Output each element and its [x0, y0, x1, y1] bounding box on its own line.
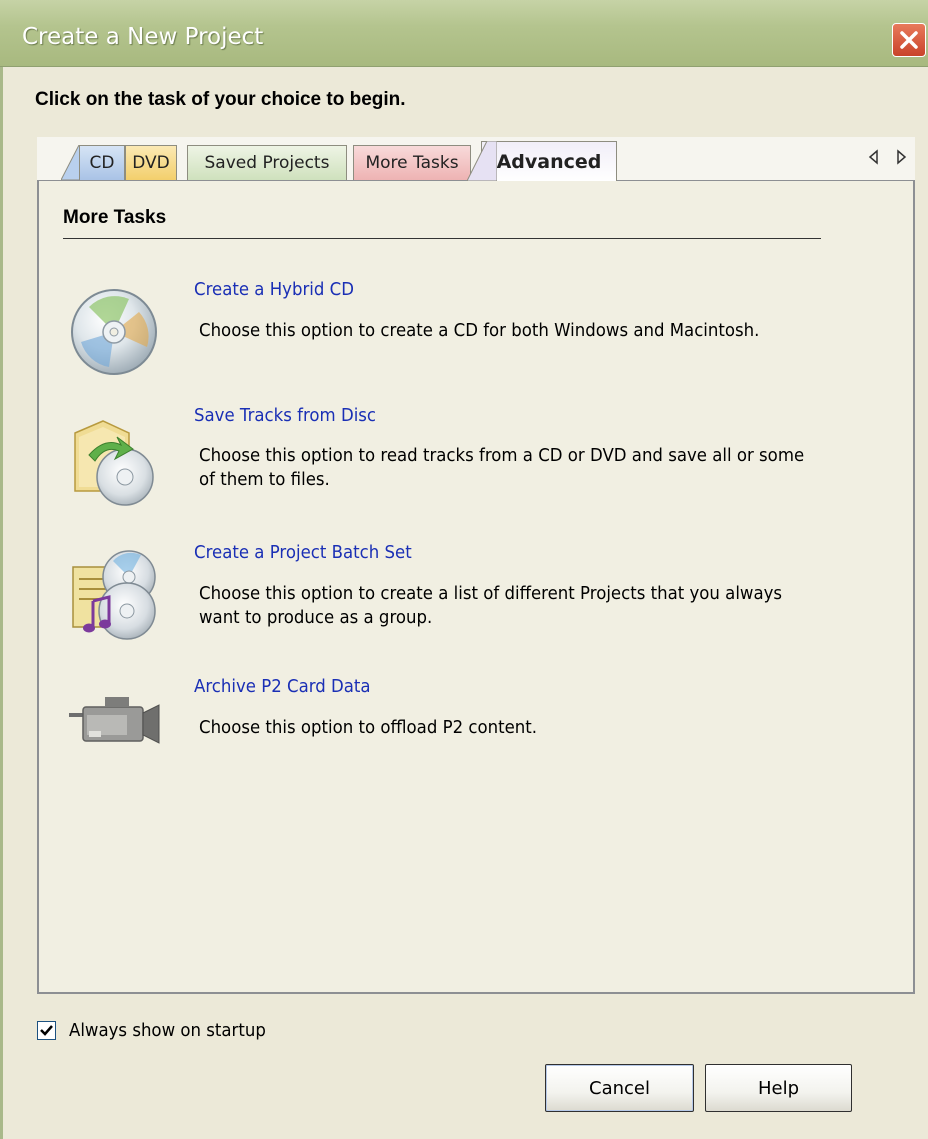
- cancel-button[interactable]: Cancel: [545, 1064, 694, 1112]
- task-archive-p2-link[interactable]: Archive P2 Card Data: [194, 676, 371, 697]
- close-icon: [900, 31, 918, 49]
- tab-strip: CD DVD Saved Projects More Tasks Advance…: [37, 137, 915, 181]
- help-button[interactable]: Help: [705, 1064, 852, 1112]
- tab-dvd-label: DVD: [132, 153, 170, 173]
- tab-dvd[interactable]: DVD: [125, 145, 177, 180]
- tab-advanced-edge: [467, 141, 497, 181]
- always-show-checkbox[interactable]: [37, 1021, 56, 1040]
- tab-advanced[interactable]: Advanced: [481, 141, 617, 181]
- title-bar[interactable]: Create a New Project: [0, 0, 928, 67]
- cancel-button-label: Cancel: [589, 1077, 650, 1099]
- create-project-dialog: Create a New Project Click on the task o…: [0, 0, 928, 1139]
- tab-saved-projects-label: Saved Projects: [204, 153, 330, 173]
- task-save-tracks-description: Choose this option to read tracks from a…: [199, 445, 805, 490]
- section-title: More Tasks: [63, 207, 167, 228]
- tab-more-tasks-label: More Tasks: [365, 153, 459, 173]
- tab-cd[interactable]: CD: [79, 145, 125, 180]
- task-hybrid-cd-link[interactable]: Create a Hybrid CD: [194, 279, 354, 300]
- camcorder-icon[interactable]: [69, 695, 161, 747]
- tab-advanced-label: Advanced: [496, 150, 602, 173]
- save-tracks-icon[interactable]: [69, 415, 161, 507]
- tab-saved-projects[interactable]: Saved Projects: [187, 145, 347, 180]
- section-divider: [63, 238, 821, 239]
- batch-set-icon[interactable]: [69, 545, 161, 641]
- tab-scroll-left-icon[interactable]: [867, 149, 881, 165]
- task-hybrid-cd-description: Choose this option to create a CD for bo…: [199, 320, 760, 341]
- help-button-label: Help: [757, 1077, 800, 1099]
- task-save-tracks-link[interactable]: Save Tracks from Disc: [194, 405, 376, 426]
- tab-panel: More Tasks Create a Hybrid CD Choose thi…: [37, 180, 915, 994]
- tab-more-tasks[interactable]: More Tasks: [353, 145, 471, 180]
- task-batch-set-link[interactable]: Create a Project Batch Set: [194, 542, 412, 563]
- checkmark-icon: [40, 1025, 53, 1036]
- tab-cd-label: CD: [89, 153, 115, 173]
- close-button[interactable]: [892, 23, 926, 57]
- always-show-label[interactable]: Always show on startup: [69, 1020, 266, 1041]
- task-archive-p2-description: Choose this option to offload P2 content…: [199, 717, 538, 738]
- task-batch-set-description: Choose this option to create a list of d…: [199, 583, 783, 628]
- window-title: Create a New Project: [22, 24, 264, 50]
- tab-scroll-right-icon[interactable]: [894, 149, 908, 165]
- instruction-text: Click on the task of your choice to begi…: [35, 89, 406, 110]
- hybrid-cd-icon[interactable]: [69, 287, 159, 377]
